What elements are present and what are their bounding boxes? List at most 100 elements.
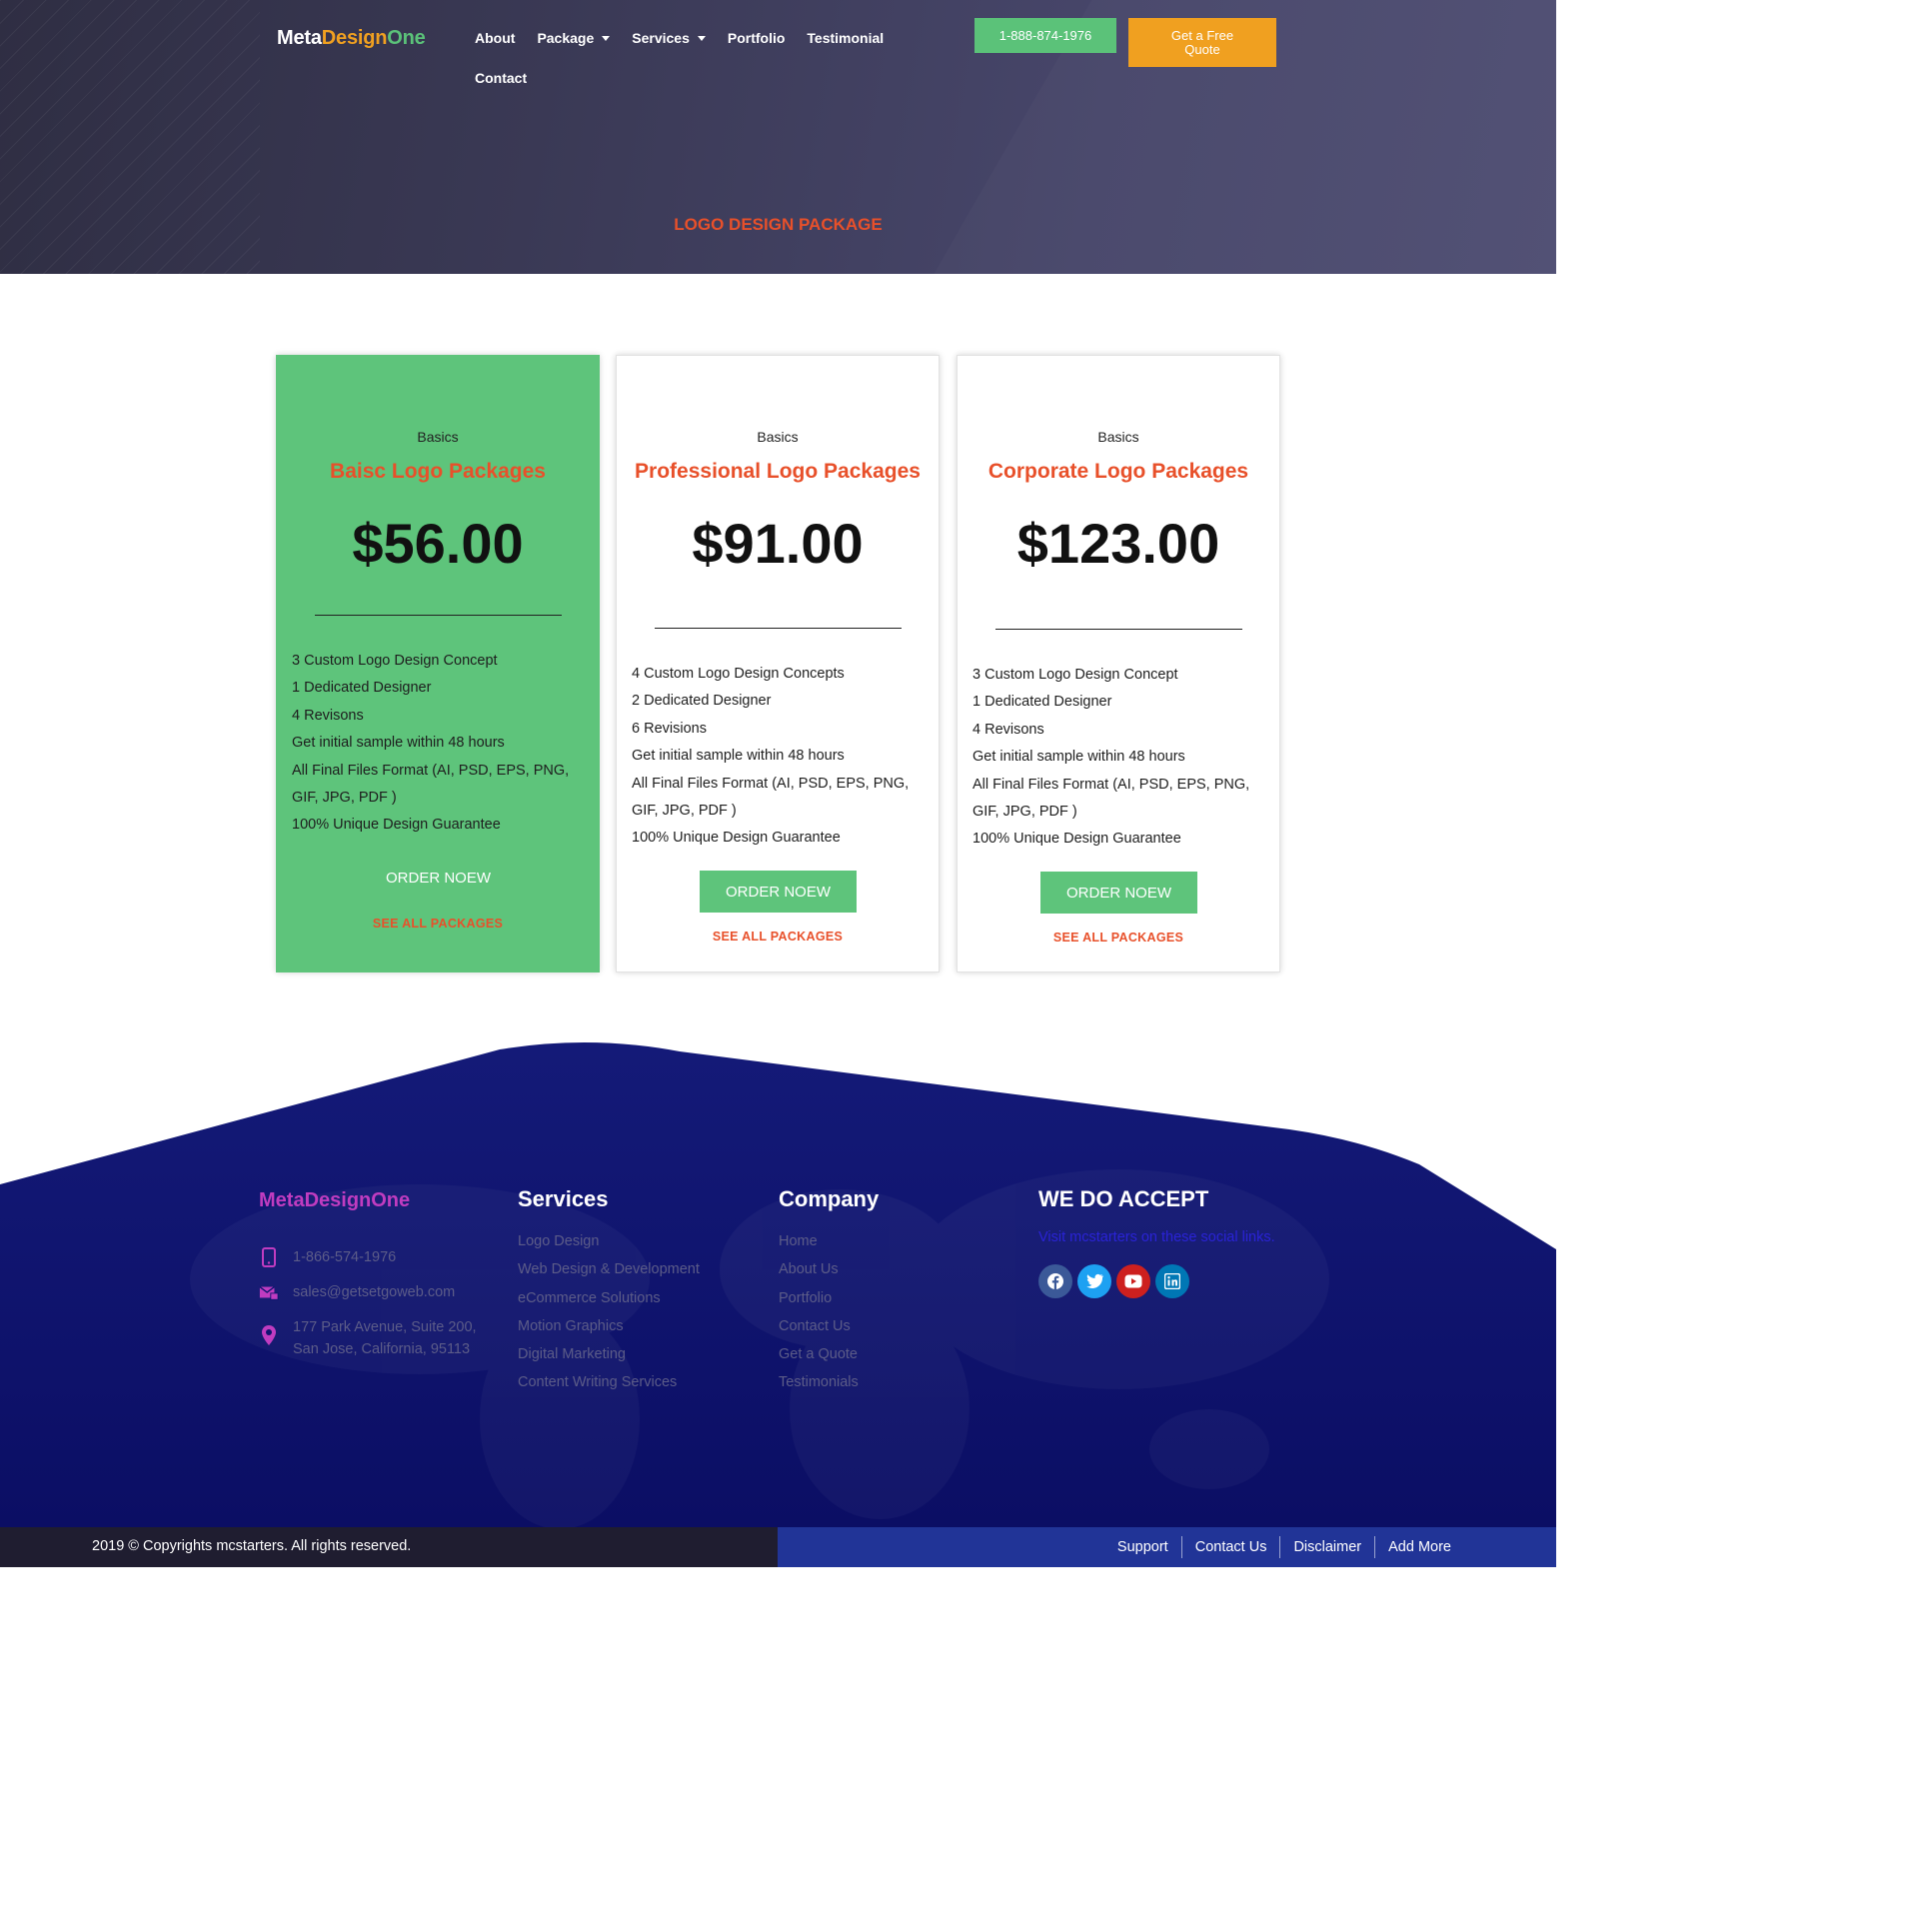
footer-link[interactable]: eCommerce Solutions <box>518 1284 700 1312</box>
social-links-text: Visit mcstarters on these social links. <box>1038 1229 1275 1245</box>
feature-item: 3 Custom Logo Design Concept <box>292 653 498 669</box>
card-divider <box>995 629 1242 630</box>
footer-phone-row[interactable]: 1-866-574-1976 <box>259 1246 396 1268</box>
order-now-button[interactable]: ORDER NOEW <box>1040 872 1197 914</box>
card-divider <box>655 628 902 629</box>
see-all-packages-link[interactable]: SEE ALL PACKAGES <box>277 917 599 931</box>
feature-item: 6 Revisions <box>632 720 707 737</box>
card-title: Baisc Logo Packages <box>330 460 546 483</box>
services-heading: Services <box>518 1186 609 1211</box>
nav-item-about[interactable]: About <box>475 29 515 47</box>
feature-item: 1 Dedicated Designer <box>292 680 432 697</box>
nav-label: Contact <box>475 70 528 86</box>
twitter-button[interactable] <box>1077 1264 1111 1298</box>
card-feature-list: 3 Custom Logo Design Concept 1 Dedicated… <box>292 648 592 840</box>
nav-item-portfolio[interactable]: Portfolio <box>728 29 786 47</box>
caret-down-icon <box>697 35 706 41</box>
copyright-text: 2019 © Copyrights mcstarters. All rights… <box>92 1538 412 1554</box>
card-feature-list: 3 Custom Logo Design Concept 1 Dedicated… <box>972 662 1272 854</box>
nav-label: About <box>475 30 516 46</box>
card-subtitle: Basics <box>1097 429 1139 445</box>
accept-heading: WE DO ACCEPT <box>1038 1186 1209 1211</box>
footer-link[interactable]: Testimonials <box>779 1368 859 1396</box>
page-title: LOGO DESIGN PACKAGE <box>674 215 883 234</box>
nav-item-contact[interactable]: Contact <box>475 69 527 87</box>
card-price: $91.00 <box>692 512 864 575</box>
feature-item: Get initial sample within 48 hours <box>972 749 1185 766</box>
linkedin-button[interactable] <box>1155 1264 1189 1298</box>
feature-item: All Final Files Format (AI, PSD, EPS, PN… <box>972 776 1250 821</box>
order-now-button[interactable]: ORDER NOEW <box>700 871 857 913</box>
footer-link[interactable]: Motion Graphics <box>518 1312 700 1340</box>
youtube-button[interactable] <box>1116 1264 1150 1298</box>
footer-link[interactable]: Content Writing Services <box>518 1368 700 1396</box>
nav-label: Portfolio <box>727 30 786 46</box>
map-pin-icon <box>259 1324 279 1346</box>
services-list: Logo Design Web Design & Development eCo… <box>518 1227 700 1397</box>
site-logo[interactable]: MetaDesignOne <box>277 27 426 50</box>
footer-link[interactable]: About Us <box>779 1255 859 1283</box>
footer-address-row: 177 Park Avenue, Suite 200, San Jose, Ca… <box>259 1316 477 1360</box>
twitter-icon <box>1086 1273 1103 1288</box>
company-list: Home About Us Portfolio Contact Us Get a… <box>779 1227 859 1397</box>
pricing-card-professional: Basics Professional Logo Packages $91.00… <box>616 355 940 972</box>
nav-item-package[interactable]: Package <box>537 29 611 47</box>
feature-item: 4 Custom Logo Design Concepts <box>632 666 845 682</box>
footer-link[interactable]: Home <box>779 1227 859 1255</box>
feature-item: 3 Custom Logo Design Concept <box>972 667 1178 683</box>
footer-address: 177 Park Avenue, Suite 200, San Jose, Ca… <box>293 1316 477 1360</box>
footer-phone: 1-866-574-1976 <box>293 1249 397 1265</box>
feature-item: All Final Files Format (AI, PSD, EPS, PN… <box>292 762 570 807</box>
free-quote-button[interactable]: Get a Free Quote <box>1128 18 1276 67</box>
nav-label: Package <box>537 30 595 46</box>
address-line-2: San Jose, California, 95113 <box>293 1341 471 1357</box>
company-heading: Company <box>779 1186 880 1211</box>
footer-link[interactable]: Contact Us <box>779 1312 859 1340</box>
footer-link[interactable]: Logo Design <box>518 1227 700 1255</box>
footer-email-row[interactable]: sales@getsetgoweb.com <box>259 1281 455 1303</box>
feature-item: Get initial sample within 48 hours <box>292 735 505 752</box>
nav-item-services[interactable]: Services <box>632 29 706 47</box>
mobile-phone-icon <box>259 1246 279 1268</box>
feature-item: 4 Revisons <box>972 721 1044 738</box>
card-price: $123.00 <box>1016 512 1220 575</box>
nav-item-testimonial[interactable]: Testimonial <box>807 29 884 47</box>
order-now-button[interactable]: ORDER NOEW <box>360 857 517 899</box>
card-divider <box>315 615 562 616</box>
feature-item: 100% Unique Design Guarantee <box>972 831 1181 848</box>
footer-link[interactable]: Portfolio <box>779 1284 859 1312</box>
see-all-packages-link[interactable]: SEE ALL PACKAGES <box>617 930 939 944</box>
footer-brand: MetaDesignOne <box>259 1189 411 1211</box>
main-nav: About Package Services Portfolio Testimo… <box>475 29 905 87</box>
footer-email: sales@getsetgoweb.com <box>293 1284 456 1300</box>
footer-link[interactable]: Web Design & Development <box>518 1255 700 1283</box>
card-subtitle: Basics <box>757 429 799 445</box>
nav-label: Services <box>632 30 690 46</box>
facebook-button[interactable] <box>1038 1264 1072 1298</box>
footer-link[interactable]: Digital Marketing <box>518 1340 700 1368</box>
footer-link[interactable]: Get a Quote <box>779 1340 859 1368</box>
mail-icon <box>259 1281 279 1303</box>
bottom-link-contact-us[interactable]: Contact Us <box>1180 1536 1280 1558</box>
nav-label: Testimonial <box>807 30 885 46</box>
youtube-icon <box>1124 1274 1142 1288</box>
logo-part-one: One <box>387 27 426 49</box>
bottom-link-support[interactable]: Support <box>1104 1536 1181 1558</box>
card-title: Corporate Logo Packages <box>987 460 1249 483</box>
address-line-1: 177 Park Avenue, Suite 200, <box>293 1319 477 1335</box>
bottom-links: Support Contact Us Disclaimer Add More <box>1104 1527 1464 1567</box>
bottom-link-add-more[interactable]: Add More <box>1374 1536 1464 1558</box>
card-feature-list: 4 Custom Logo Design Concepts 2 Dedicate… <box>632 661 932 853</box>
card-title: Professional Logo Packages <box>635 460 921 483</box>
logo-part-design: Design <box>321 27 388 49</box>
pricing-card-basic: Basics Baisc Logo Packages $56.00 3 Cust… <box>276 355 600 972</box>
feature-item: 4 Revisons <box>292 707 364 724</box>
phone-button[interactable]: 1-888-874-1976 <box>974 18 1116 53</box>
bottom-link-disclaimer[interactable]: Disclaimer <box>1279 1536 1374 1558</box>
facebook-icon <box>1047 1273 1063 1289</box>
linkedin-icon <box>1164 1273 1180 1289</box>
feature-item: Get initial sample within 48 hours <box>632 748 845 765</box>
see-all-packages-link[interactable]: SEE ALL PACKAGES <box>958 931 1279 945</box>
feature-item: 1 Dedicated Designer <box>972 694 1112 711</box>
card-subtitle: Basics <box>417 429 459 445</box>
